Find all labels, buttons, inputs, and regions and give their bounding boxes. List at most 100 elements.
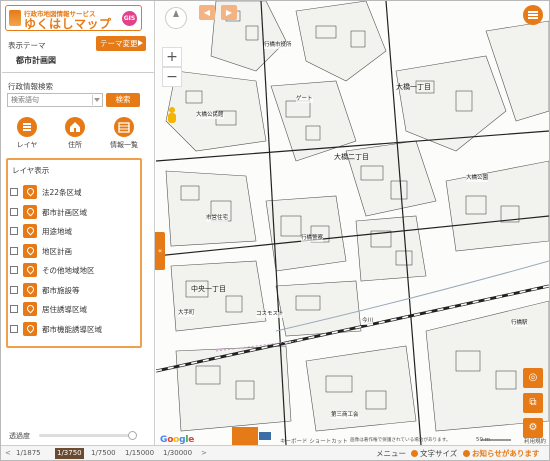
opacity-slider-track[interactable]: [39, 434, 135, 437]
map-label-district: 大橋一丁目: [396, 83, 431, 91]
street-view-pegman-icon[interactable]: [167, 107, 177, 127]
map-pin-icon: [23, 282, 37, 297]
layer-checkbox[interactable]: [10, 246, 18, 255]
layer-item[interactable]: 居住誘導区域: [10, 301, 140, 317]
layer-label: 法22条区域: [42, 188, 82, 197]
scale-option[interactable]: 1/1875: [14, 448, 43, 459]
play-arrow-icon: [138, 40, 143, 46]
app-logo[interactable]: 行政市地図情報サービス ゆくはしマップ GIS: [5, 5, 142, 31]
keyboard-shortcuts-link[interactable]: キーボード ショートカット: [280, 437, 348, 445]
list-icon: [114, 117, 134, 137]
layer-panel-title: レイヤ表示: [12, 166, 50, 175]
scale-option[interactable]: 1/15000: [123, 448, 156, 459]
layer-item[interactable]: 都市機能誘導区域: [10, 321, 140, 337]
text-size-link[interactable]: 文字サイズ: [420, 448, 457, 459]
notice-icon: [463, 450, 470, 457]
compass-icon[interactable]: [165, 7, 187, 29]
logo-title: ゆくはしマップ: [24, 17, 112, 31]
sidebar-collapse-button[interactable]: «: [155, 232, 165, 270]
opacity-slider-thumb[interactable]: [128, 431, 137, 440]
map-pin-icon: [23, 185, 37, 199]
layer-item[interactable]: 都市計画区域: [10, 204, 140, 220]
layers-copy-icon[interactable]: ⧉: [523, 393, 543, 413]
menu-hamburger-button[interactable]: [523, 5, 543, 25]
map-label-poi: コスモスト: [256, 311, 284, 318]
scale-option[interactable]: 1/30000: [161, 448, 194, 459]
forward-arrow-icon[interactable]: ▶: [221, 5, 237, 20]
layer-label: 地区計画: [42, 246, 72, 256]
gear-icon[interactable]: ⚙: [523, 418, 543, 438]
layer-checkbox[interactable]: [10, 324, 18, 333]
map-label-poi: 行橋警察: [301, 235, 324, 242]
tool-layers-label: レイヤ: [16, 141, 38, 149]
map-label-poi: 第三商工会: [331, 412, 359, 419]
scale-next-button[interactable]: >: [201, 448, 207, 459]
layer-checkbox[interactable]: [10, 188, 18, 196]
map-pin-icon: [23, 224, 37, 238]
scale-option-active[interactable]: 1/3750: [55, 448, 84, 459]
footer-menu-link[interactable]: メニュー: [376, 448, 406, 459]
divider: [2, 72, 154, 73]
scale-option[interactable]: 1/7500: [89, 448, 118, 459]
tool-info-list-button[interactable]: 情報一覧: [102, 117, 146, 153]
tool-info-list-label: 情報一覧: [110, 141, 138, 149]
layer-item[interactable]: 地区計画: [10, 243, 140, 259]
layer-label: その他地域地区: [42, 266, 95, 275]
search-button[interactable]: 検索: [106, 93, 140, 107]
map-label-poi: ゲート: [296, 96, 313, 103]
logo-mark-icon: [9, 10, 21, 26]
theme-change-button[interactable]: テーマ変更: [96, 36, 146, 51]
map-pin-icon: [23, 263, 37, 277]
map-pin-icon: [23, 204, 37, 219]
layer-checkbox[interactable]: [10, 207, 18, 216]
map-label-poi: 行橋市役所: [264, 42, 292, 49]
layer-label: 居住誘導区域: [42, 305, 87, 314]
layer-item[interactable]: 用途地域: [10, 223, 140, 239]
current-location-button[interactable]: ◎: [523, 368, 543, 388]
layer-label: 用途地域: [42, 227, 72, 236]
search-section-label: 行政情報検索: [8, 82, 53, 91]
menu-bar: [528, 14, 538, 16]
map-label-poi: 行橋駅: [511, 320, 528, 327]
footer-bar: < 1/1875 1/3750 1/7500 1/15000 1/30000 >…: [1, 445, 549, 460]
layer-checkbox[interactable]: [10, 227, 18, 235]
tool-address-button[interactable]: 住所: [53, 117, 97, 153]
current-theme-name: 都市計画図: [16, 56, 56, 65]
layer-checkbox[interactable]: [10, 285, 18, 294]
theme-label: 表示テーマ: [8, 41, 46, 50]
terms-link[interactable]: 利用規約: [524, 437, 546, 445]
map-label-district: 大橋二丁目: [334, 153, 369, 161]
layer-checkbox[interactable]: [10, 266, 18, 274]
pegman-body: [168, 113, 176, 123]
map-label-poi: 大橋公民館: [196, 112, 224, 119]
sidebar: 行政市地図情報サービス ゆくはしマップ GIS 表示テーマ テーマ変更 都市計画…: [1, 1, 155, 445]
layer-checkbox[interactable]: [10, 305, 18, 313]
zoom-out-button[interactable]: −: [162, 67, 182, 87]
map-pin-icon: [23, 243, 37, 258]
layer-item[interactable]: 都市施設等: [10, 282, 140, 298]
layers-icon: [17, 117, 37, 137]
map-label-poi: 今川: [362, 318, 374, 325]
menu-bar: [528, 17, 538, 19]
layer-label: 都市計画区域: [42, 207, 87, 217]
map-canvas[interactable]: 大橋一丁目 大橋二丁目 中央一丁目 行橋市役所 ゲート コスモスト 大橋公民館 …: [156, 1, 549, 445]
scale-prev-button[interactable]: <: [5, 448, 11, 459]
layer-item[interactable]: その他地域地区: [10, 262, 140, 278]
layer-panel: レイヤ表示 法22条区域 都市計画区域 用途地域 地区計画 その他地域地区 都市…: [6, 158, 142, 348]
satellite-thumbnail-icon[interactable]: [258, 431, 272, 441]
notice-link[interactable]: お知らせがあります: [472, 448, 539, 459]
layer-label: 都市機能誘導区域: [42, 324, 102, 334]
map-mode-toggle-button[interactable]: [232, 427, 258, 445]
back-arrow-icon[interactable]: ◀: [199, 5, 215, 20]
tool-layers-button[interactable]: レイヤ: [5, 117, 49, 153]
theme-change-label: テーマ変更: [100, 39, 138, 48]
logo-badge: GIS: [122, 11, 137, 26]
search-dropdown-icon[interactable]: [92, 95, 101, 105]
zoom-in-button[interactable]: +: [162, 47, 182, 67]
map-label-district: 中央一丁目: [191, 285, 226, 293]
menu-bar: [528, 11, 538, 13]
map-label-poi: 市営住宅: [206, 215, 229, 222]
search-input[interactable]: [7, 93, 103, 107]
google-logo: Google: [160, 435, 195, 445]
layer-item[interactable]: 法22条区域: [10, 184, 140, 200]
